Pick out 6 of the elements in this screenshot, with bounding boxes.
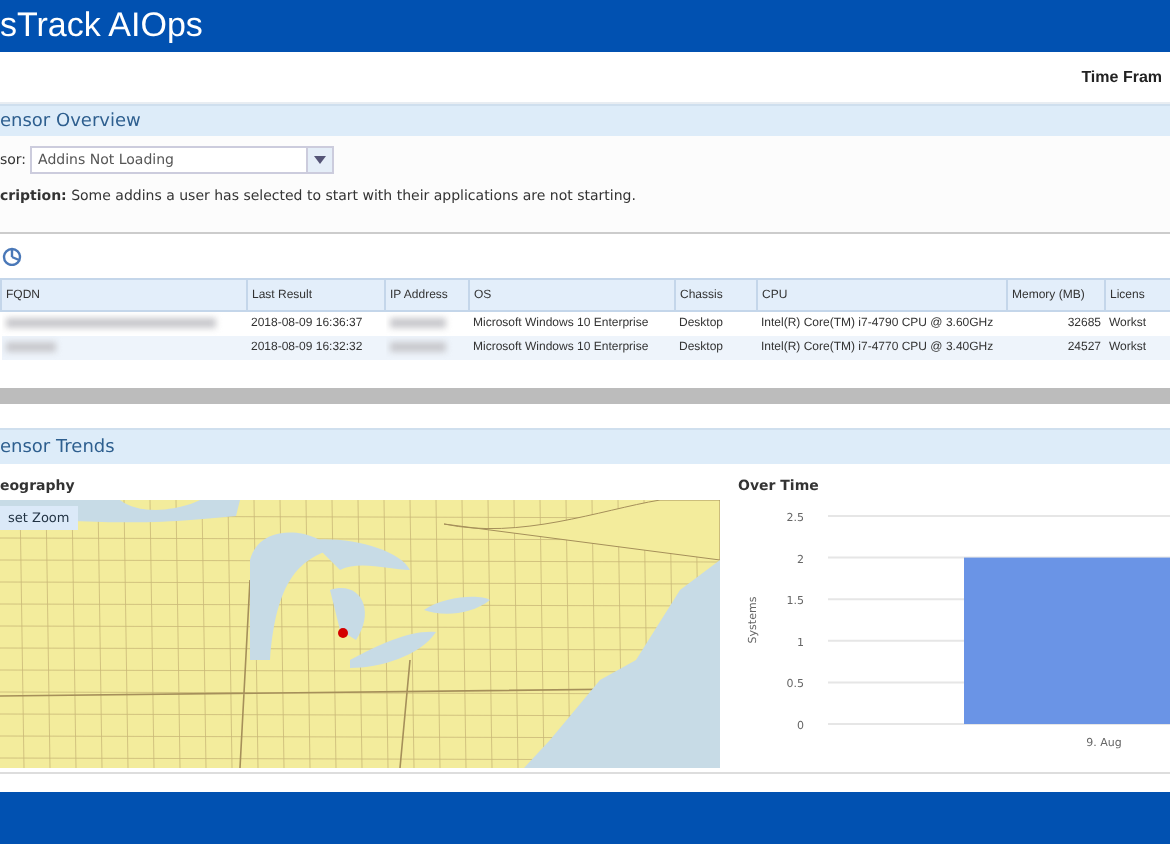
map-marker[interactable]	[338, 628, 348, 638]
section-title: ensor Overview	[0, 111, 141, 131]
caret-icon	[314, 156, 327, 164]
section-title: ensor Trends	[0, 437, 115, 457]
app-title: sTrack AIOps	[0, 6, 203, 46]
time-frame-label: Time Fram	[1081, 68, 1162, 86]
